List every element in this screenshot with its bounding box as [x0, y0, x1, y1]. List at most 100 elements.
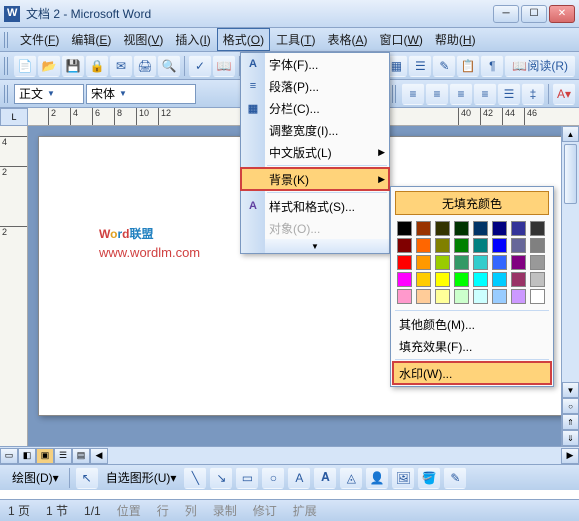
menu-background[interactable]: 背景(K)▶: [241, 168, 389, 190]
color-swatch[interactable]: [530, 289, 545, 304]
color-swatch[interactable]: [416, 238, 431, 253]
scroll-up-button[interactable]: ▲: [562, 126, 579, 142]
color-swatch[interactable]: [492, 221, 507, 236]
menu-tools[interactable]: 工具(T): [270, 28, 321, 51]
menu-font[interactable]: A字体(F)...: [241, 53, 389, 75]
color-swatch[interactable]: [473, 238, 488, 253]
spell-button[interactable]: ✓: [189, 55, 211, 77]
oval-button[interactable]: ○: [262, 467, 284, 489]
scroll-right-button[interactable]: ▶: [561, 448, 579, 464]
color-swatch[interactable]: [492, 238, 507, 253]
menu-format[interactable]: 格式(O): [217, 28, 270, 51]
toolbar-grip[interactable]: [4, 85, 10, 103]
fill-effects-button[interactable]: 填充效果(F)...: [393, 335, 551, 357]
align-left-button[interactable]: ≡: [402, 83, 424, 105]
rect-button[interactable]: ▭: [236, 467, 258, 489]
columns-button[interactable]: ☰: [409, 55, 431, 77]
color-swatch[interactable]: [435, 221, 450, 236]
diagram-button[interactable]: ◬: [340, 467, 362, 489]
color-swatch[interactable]: [511, 221, 526, 236]
color-swatch[interactable]: [511, 289, 526, 304]
outline-view-button[interactable]: ☰: [54, 448, 72, 464]
justify-button[interactable]: ≡: [474, 83, 496, 105]
scroll-down-button[interactable]: ▼: [562, 382, 579, 398]
open-button[interactable]: 📂: [38, 55, 60, 77]
color-swatch[interactable]: [454, 289, 469, 304]
print-button[interactable]: 🖨: [134, 55, 156, 77]
menu-table[interactable]: 表格(A): [322, 28, 374, 51]
watermark-button[interactable]: 水印(W)...: [393, 362, 551, 384]
drawing-button[interactable]: ✎: [433, 55, 455, 77]
color-swatch[interactable]: [397, 272, 412, 287]
autoshapes-menu[interactable]: 自选图形(U) ▾: [102, 468, 181, 488]
textbox-button[interactable]: A: [288, 467, 310, 489]
minimize-button[interactable]: ─: [493, 5, 519, 23]
color-swatch[interactable]: [492, 289, 507, 304]
horizontal-scrollbar[interactable]: ◀ ▶: [90, 448, 579, 464]
menu-paragraph[interactable]: ≡段落(P)...: [241, 75, 389, 97]
color-swatch[interactable]: [530, 255, 545, 270]
color-swatch[interactable]: [511, 272, 526, 287]
web-view-button[interactable]: ◧: [18, 448, 36, 464]
color-swatch[interactable]: [530, 272, 545, 287]
permission-button[interactable]: 🔒: [86, 55, 108, 77]
save-button[interactable]: 💾: [62, 55, 84, 77]
color-swatch[interactable]: [511, 255, 526, 270]
more-colors-button[interactable]: 其他颜色(M)...: [393, 313, 551, 335]
color-swatch[interactable]: [473, 289, 488, 304]
menu-styles[interactable]: A样式和格式(S)...: [241, 195, 389, 217]
color-swatch[interactable]: [511, 238, 526, 253]
menu-edit[interactable]: 编辑(E): [65, 28, 117, 51]
research-button[interactable]: 📖: [213, 55, 235, 77]
preview-button[interactable]: 🔍: [158, 55, 180, 77]
menu-view[interactable]: 视图(V): [117, 28, 169, 51]
color-swatch[interactable]: [416, 255, 431, 270]
color-swatch[interactable]: [397, 255, 412, 270]
maximize-button[interactable]: ☐: [521, 5, 547, 23]
toolbar-grip[interactable]: [4, 57, 10, 75]
color-swatch[interactable]: [454, 221, 469, 236]
line-spacing-button[interactable]: ‡: [522, 83, 544, 105]
scroll-thumb[interactable]: [564, 144, 577, 204]
color-swatch[interactable]: [416, 289, 431, 304]
browse-select-button[interactable]: ○: [562, 398, 579, 414]
toolbar-grip[interactable]: [392, 85, 398, 103]
menu-window[interactable]: 窗口(W): [374, 28, 429, 51]
color-swatch[interactable]: [435, 238, 450, 253]
color-swatch[interactable]: [473, 272, 488, 287]
color-swatch[interactable]: [397, 221, 412, 236]
fill-color-button[interactable]: 🪣: [418, 467, 440, 489]
toolbar-grip[interactable]: [4, 32, 10, 48]
color-swatch[interactable]: [492, 255, 507, 270]
map-button[interactable]: 📋: [457, 55, 479, 77]
color-swatch[interactable]: [416, 272, 431, 287]
menu-chinese-layout[interactable]: 中文版式(L)▶: [241, 141, 389, 163]
color-swatch[interactable]: [397, 238, 412, 253]
picture-button[interactable]: 🖼: [392, 467, 414, 489]
color-swatch[interactable]: [530, 238, 545, 253]
line-color-button[interactable]: ✎: [444, 467, 466, 489]
read-button[interactable]: 📖 阅读(R): [505, 55, 575, 77]
menu-insert[interactable]: 插入(I): [169, 28, 216, 51]
align-right-button[interactable]: ≡: [450, 83, 472, 105]
color-swatch[interactable]: [454, 272, 469, 287]
select-button[interactable]: ↖: [76, 467, 98, 489]
color-swatch[interactable]: [435, 272, 450, 287]
wordart-button[interactable]: 𝐀: [314, 467, 336, 489]
vertical-scrollbar[interactable]: ▲ ▼ ○ ⇑ ⇓: [561, 126, 579, 446]
font-color-button[interactable]: A▾: [553, 83, 575, 105]
menu-columns[interactable]: ▦分栏(C)...: [241, 97, 389, 119]
para-button[interactable]: ¶: [481, 55, 503, 77]
color-swatch[interactable]: [473, 221, 488, 236]
vertical-ruler[interactable]: 4 2 2: [0, 126, 28, 446]
style-combo[interactable]: 正文▼: [14, 84, 84, 104]
new-button[interactable]: 📄: [14, 55, 36, 77]
close-button[interactable]: ✕: [549, 5, 575, 23]
color-swatch[interactable]: [454, 238, 469, 253]
color-swatch[interactable]: [416, 221, 431, 236]
prev-page-button[interactable]: ⇑: [562, 414, 579, 430]
line-button[interactable]: ╲: [184, 467, 206, 489]
font-combo[interactable]: 宋体▼: [86, 84, 196, 104]
align-center-button[interactable]: ≡: [426, 83, 448, 105]
no-fill-button[interactable]: 无填充颜色: [395, 191, 549, 215]
